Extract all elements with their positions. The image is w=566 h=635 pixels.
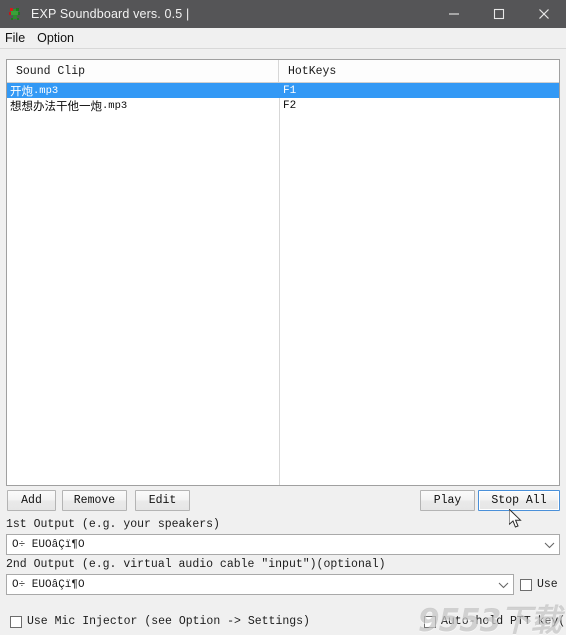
second-output-select[interactable]: Õ÷ ÊÙÓâÇï¶Ó: [6, 574, 514, 595]
checkbox-box[interactable]: [10, 615, 22, 628]
menu-item-file[interactable]: File: [0, 28, 31, 48]
column-divider: [279, 83, 280, 485]
clip-extension: .mp3: [102, 99, 128, 112]
cell-sound-clip: 开炮 .mp3: [7, 83, 279, 98]
application-window: EXP Soundboard vers. 0.5 | File Option S…: [0, 0, 566, 635]
maximize-icon[interactable]: [476, 0, 521, 28]
window-controls: [431, 0, 566, 28]
clip-extension: .mp3: [33, 84, 59, 97]
minimize-icon[interactable]: [431, 0, 476, 28]
title-bar: EXP Soundboard vers. 0.5 |: [0, 0, 566, 28]
sound-clip-list[interactable]: Sound Clip HotKeys 开炮 .mp3 F1 想想办法干他一炮 .…: [6, 59, 560, 486]
second-output-value: Õ÷ ÊÙÓâÇï¶Ó: [12, 578, 85, 591]
second-output-use-checkbox[interactable]: Use: [520, 578, 558, 591]
chevron-down-icon[interactable]: [539, 541, 559, 549]
checkbox-box[interactable]: [520, 578, 532, 591]
checkbox-label: Use: [537, 578, 558, 591]
app-icon: [7, 6, 23, 22]
menu-item-option[interactable]: Option: [31, 28, 80, 48]
second-output-label: 2nd Output (e.g. virtual audio cable "in…: [6, 558, 386, 571]
checkbox-label: Auto-hold PTT key(s): [441, 615, 566, 628]
play-button[interactable]: Play: [420, 490, 475, 511]
hotkey-value: F2: [283, 99, 297, 112]
use-mic-injector-checkbox[interactable]: Use Mic Injector (see Option -> Settings…: [10, 615, 310, 628]
table-row[interactable]: 开炮 .mp3 F1: [7, 83, 559, 98]
column-header-hotkeys[interactable]: HotKeys: [279, 60, 559, 82]
clip-name: 想想办法干他一炮: [10, 98, 102, 113]
cell-hotkey: F1: [279, 83, 559, 98]
stop-all-button[interactable]: Stop All: [478, 490, 560, 511]
first-output-select[interactable]: Õ÷ ÊÙÓâÇï¶Ó: [6, 534, 560, 555]
first-output-label: 1st Output (e.g. your speakers): [6, 518, 220, 531]
hotkey-value: F1: [283, 84, 297, 97]
remove-button[interactable]: Remove: [62, 490, 127, 511]
checkbox-box[interactable]: [424, 615, 436, 628]
mouse-pointer: [508, 507, 523, 535]
table-row[interactable]: 想想办法干他一炮 .mp3 F2: [7, 98, 559, 113]
add-button[interactable]: Add: [7, 490, 56, 511]
cell-sound-clip: 想想办法干他一炮 .mp3: [7, 98, 279, 113]
auto-hold-ptt-checkbox[interactable]: Auto-hold PTT key(s): [424, 615, 566, 628]
menu-bar: File Option: [0, 28, 566, 49]
cell-hotkey: F2: [279, 98, 559, 113]
list-header: Sound Clip HotKeys: [7, 60, 559, 83]
column-header-sound-clip[interactable]: Sound Clip: [7, 60, 279, 82]
checkbox-label: Use Mic Injector (see Option -> Settings…: [27, 615, 310, 628]
first-output-value: Õ÷ ÊÙÓâÇï¶Ó: [12, 538, 85, 551]
close-icon[interactable]: [521, 0, 566, 28]
chevron-down-icon[interactable]: [493, 581, 513, 589]
clip-name: 开炮: [10, 83, 33, 98]
list-body: 开炮 .mp3 F1 想想办法干他一炮 .mp3 F2: [7, 83, 559, 485]
edit-button[interactable]: Edit: [135, 490, 190, 511]
window-title: EXP Soundboard vers. 0.5 |: [31, 7, 190, 21]
